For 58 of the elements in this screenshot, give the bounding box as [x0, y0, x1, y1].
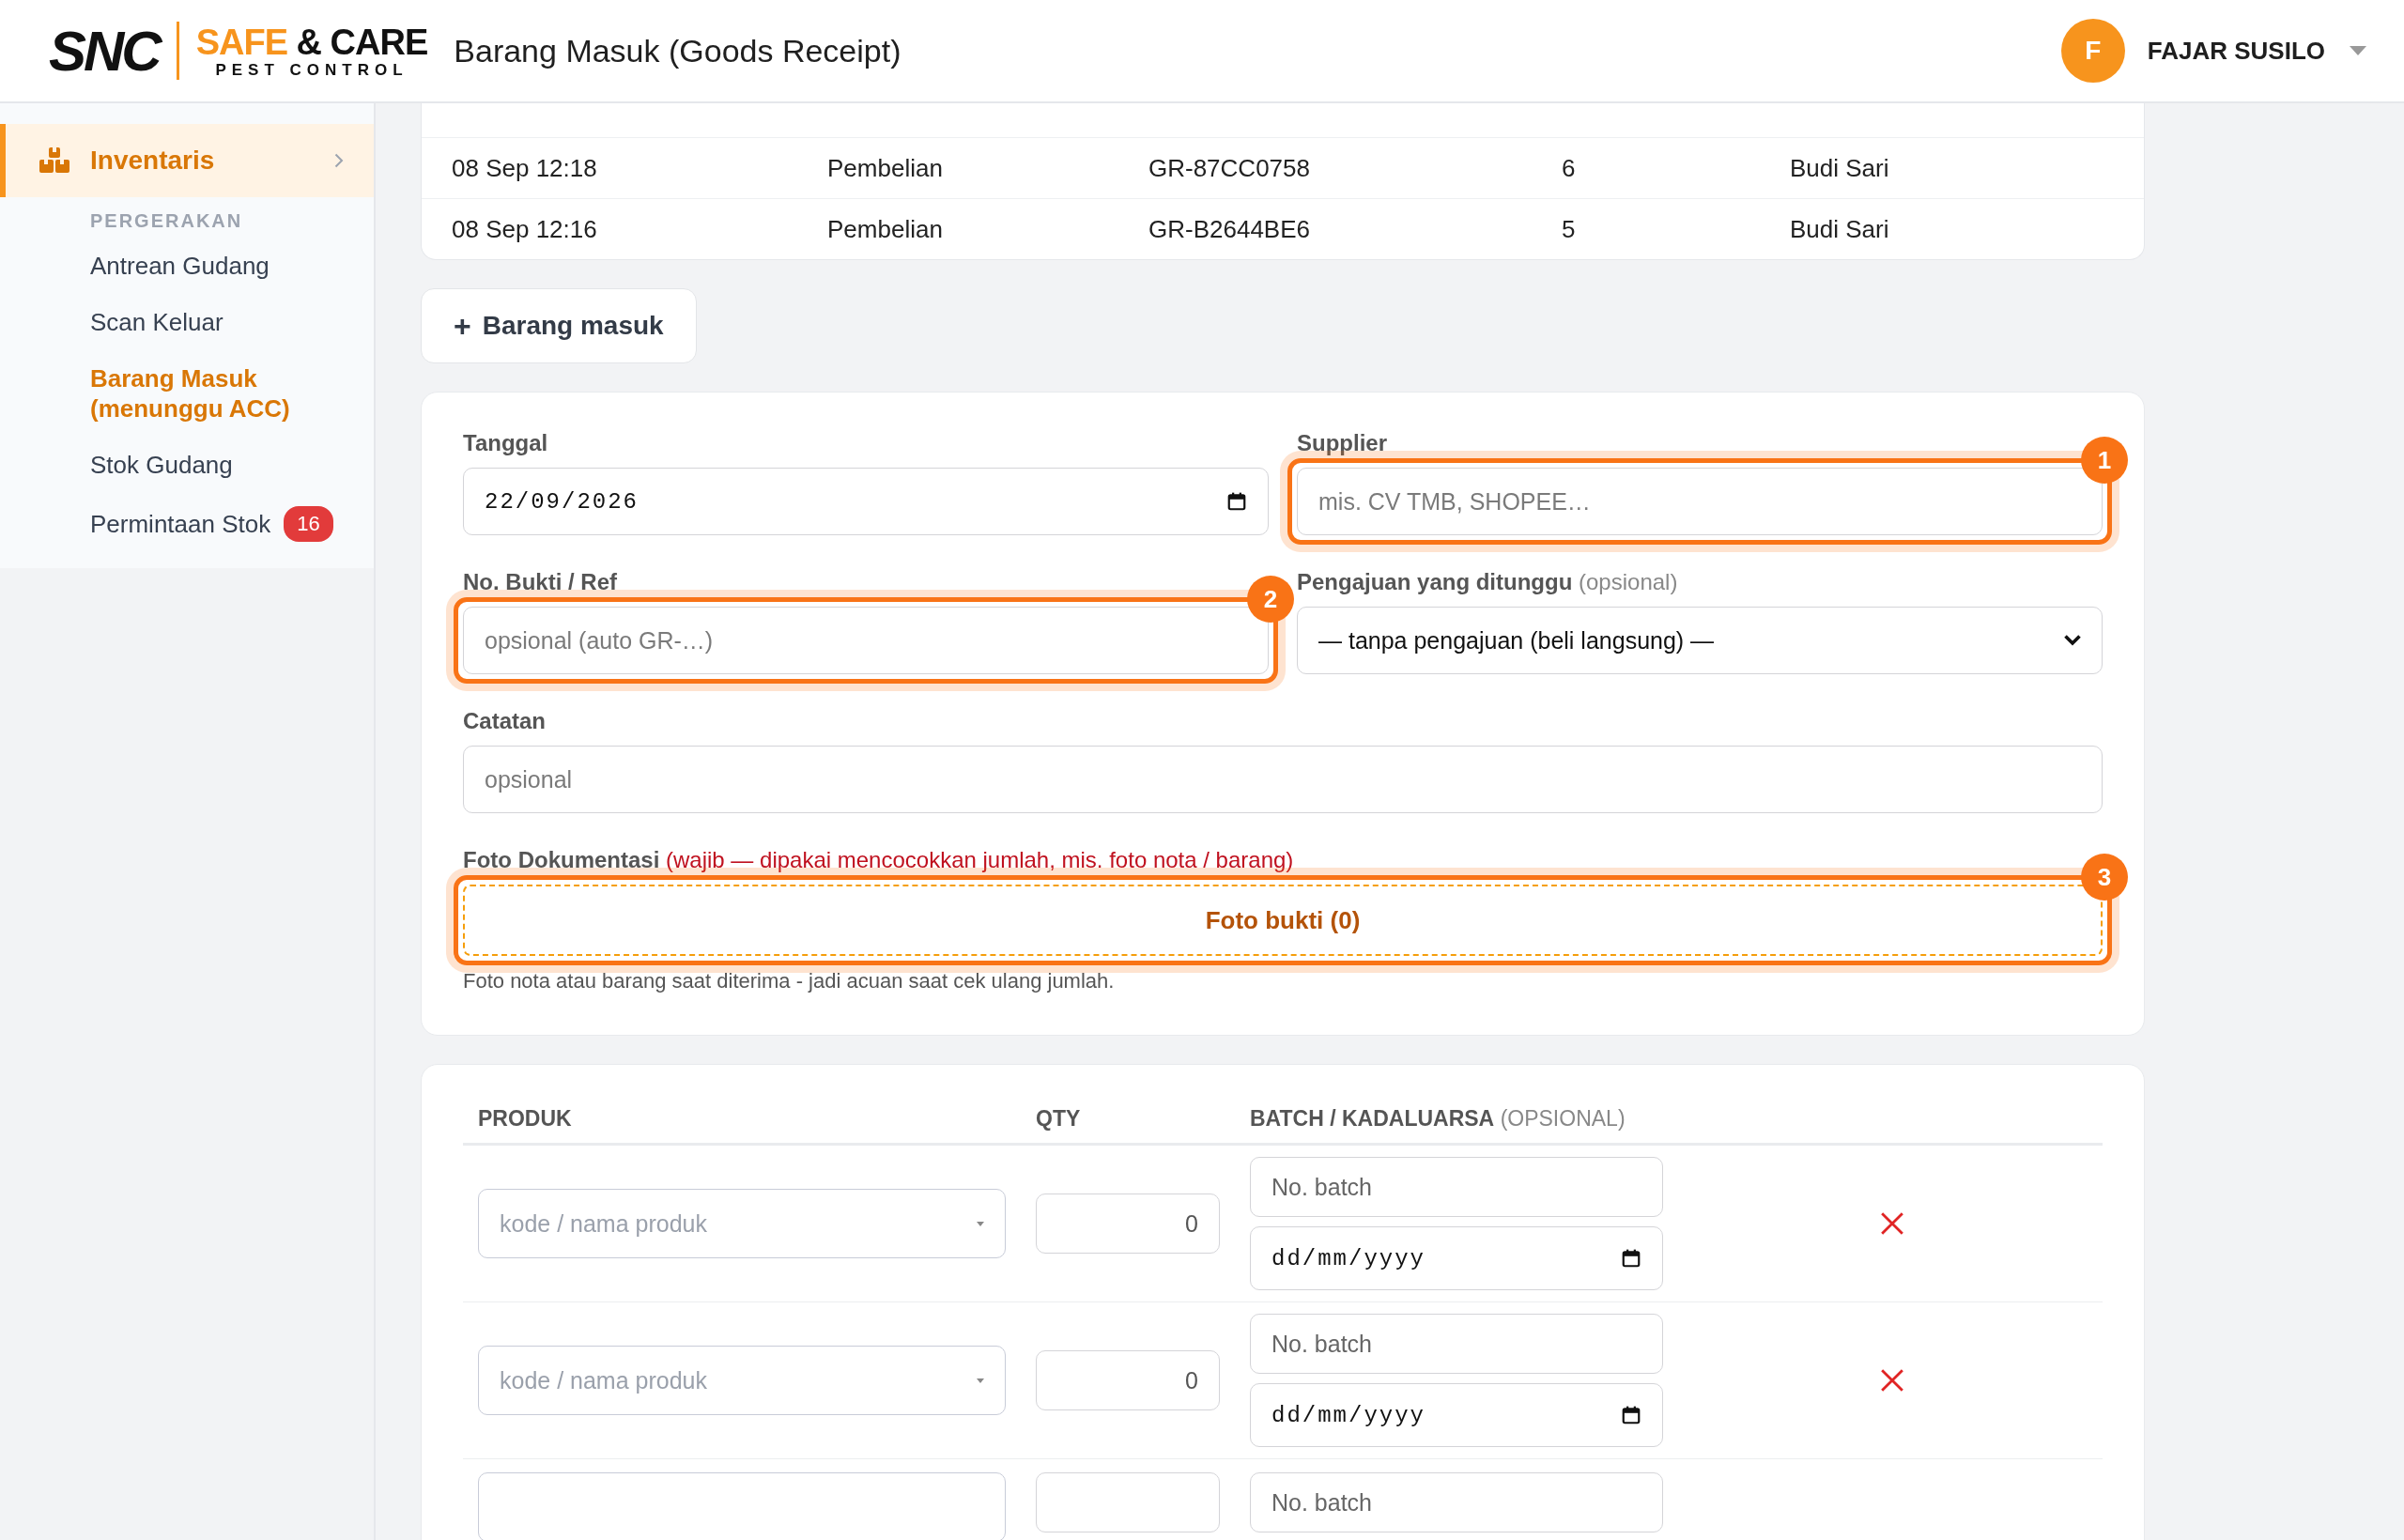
field-label: Supplier: [1297, 430, 1388, 456]
field-label: Foto Dokumentasi (wajib — dipakai mencocokkan jumlah, mis. foto nota / barang): [463, 847, 1295, 873]
remove-icon[interactable]: [1880, 1368, 1904, 1393]
sidebar-item[interactable]: Antrean Gudang: [0, 238, 374, 294]
input-field[interactable]: opsional: [463, 746, 2103, 813]
calendar-icon[interactable]: [1226, 491, 1247, 512]
batch-field[interactable]: No. batch: [1250, 1314, 1663, 1374]
user-name[interactable]: FAJAR SUSILO: [2147, 36, 2325, 66]
table-cell-text: GR-87CC0758: [1148, 153, 1311, 183]
photo-upload-button[interactable]: Foto bukti (0): [463, 885, 2103, 956]
sidebar-item[interactable]: Stok Gudang: [0, 437, 374, 493]
table-cell-text: GR-B2644BE6: [1148, 214, 1311, 244]
page-title: Barang Masuk (Goods Receipt): [454, 32, 902, 69]
table-cell-text: Pembelian: [827, 214, 944, 244]
table-cell-text: Budi Sari: [1790, 153, 1890, 183]
field-label: Catatan: [463, 708, 547, 734]
sidebar-item[interactable]: Permintaan Stok 16: [0, 493, 374, 555]
sidebar-item[interactable]: Scan Keluar: [0, 294, 374, 350]
field-label: Tanggal: [463, 430, 549, 456]
boxes-icon: [39, 147, 69, 174]
date-field[interactable]: dd/mm/yyyy: [1250, 1226, 1663, 1290]
caret-icon[interactable]: [2350, 46, 2366, 55]
calendar-icon[interactable]: [1621, 1405, 1641, 1425]
table-cell-text: 5: [1562, 214, 1577, 244]
count-badge: 16: [284, 506, 333, 542]
chevron-right-icon: [334, 153, 344, 168]
step-badge: 2: [1247, 576, 1294, 623]
field-label: No. Bukti / Ref: [463, 569, 618, 595]
batch-field[interactable]: No. batch: [1250, 1472, 1663, 1532]
column-header: BATCH / KADALUARSA (OPSIONAL): [1250, 1106, 1626, 1132]
input-field[interactable]: mis. CV TMB, SHOPEE…: [1297, 468, 2103, 535]
quantity-field[interactable]: [1036, 1472, 1220, 1532]
table-cell-text: Pembelian: [827, 153, 944, 183]
date-field[interactable]: 22/09/2026: [463, 468, 1269, 535]
table-cell-text: 08 Sep 12:18: [452, 153, 598, 183]
chevron-down-icon: [2064, 635, 2081, 646]
logo: SNC SAFE & CARE PEST CONTROL: [49, 18, 428, 84]
select-field[interactable]: — tanpa pengajuan (beli langsung) —: [1297, 607, 2103, 674]
table-cell-text: 08 Sep 12:16: [452, 214, 598, 244]
remove-icon[interactable]: [1880, 1211, 1904, 1236]
date-field[interactable]: dd/mm/yyyy: [1250, 1383, 1663, 1447]
table-cell-text: 6: [1562, 153, 1577, 183]
caret-icon: [977, 1221, 984, 1226]
help-text: Foto nota atau barang saat diterima - jadi acuan saat cek ulang jumlah.: [463, 969, 1116, 993]
column-header: QTY: [1036, 1106, 1082, 1132]
group-label: PERGERAKAN: [89, 209, 244, 233]
column-header: PRODUK: [478, 1106, 573, 1132]
calendar-icon[interactable]: [1621, 1248, 1641, 1269]
input-field[interactable]: opsional (auto GR-…): [463, 607, 1269, 674]
add-button[interactable]: + Barang masuk: [421, 288, 697, 363]
caret-icon: [977, 1378, 984, 1383]
quantity-field[interactable]: 0: [1036, 1194, 1220, 1254]
table-cell-text: Budi Sari: [1790, 214, 1890, 244]
step-badge: 1: [2081, 437, 2128, 484]
step-badge: 3: [2081, 854, 2128, 901]
batch-field[interactable]: No. batch: [1250, 1157, 1663, 1217]
quantity-field[interactable]: 0: [1036, 1350, 1220, 1410]
field-label: Pengajuan yang ditunggu (opsional): [1297, 569, 1679, 595]
